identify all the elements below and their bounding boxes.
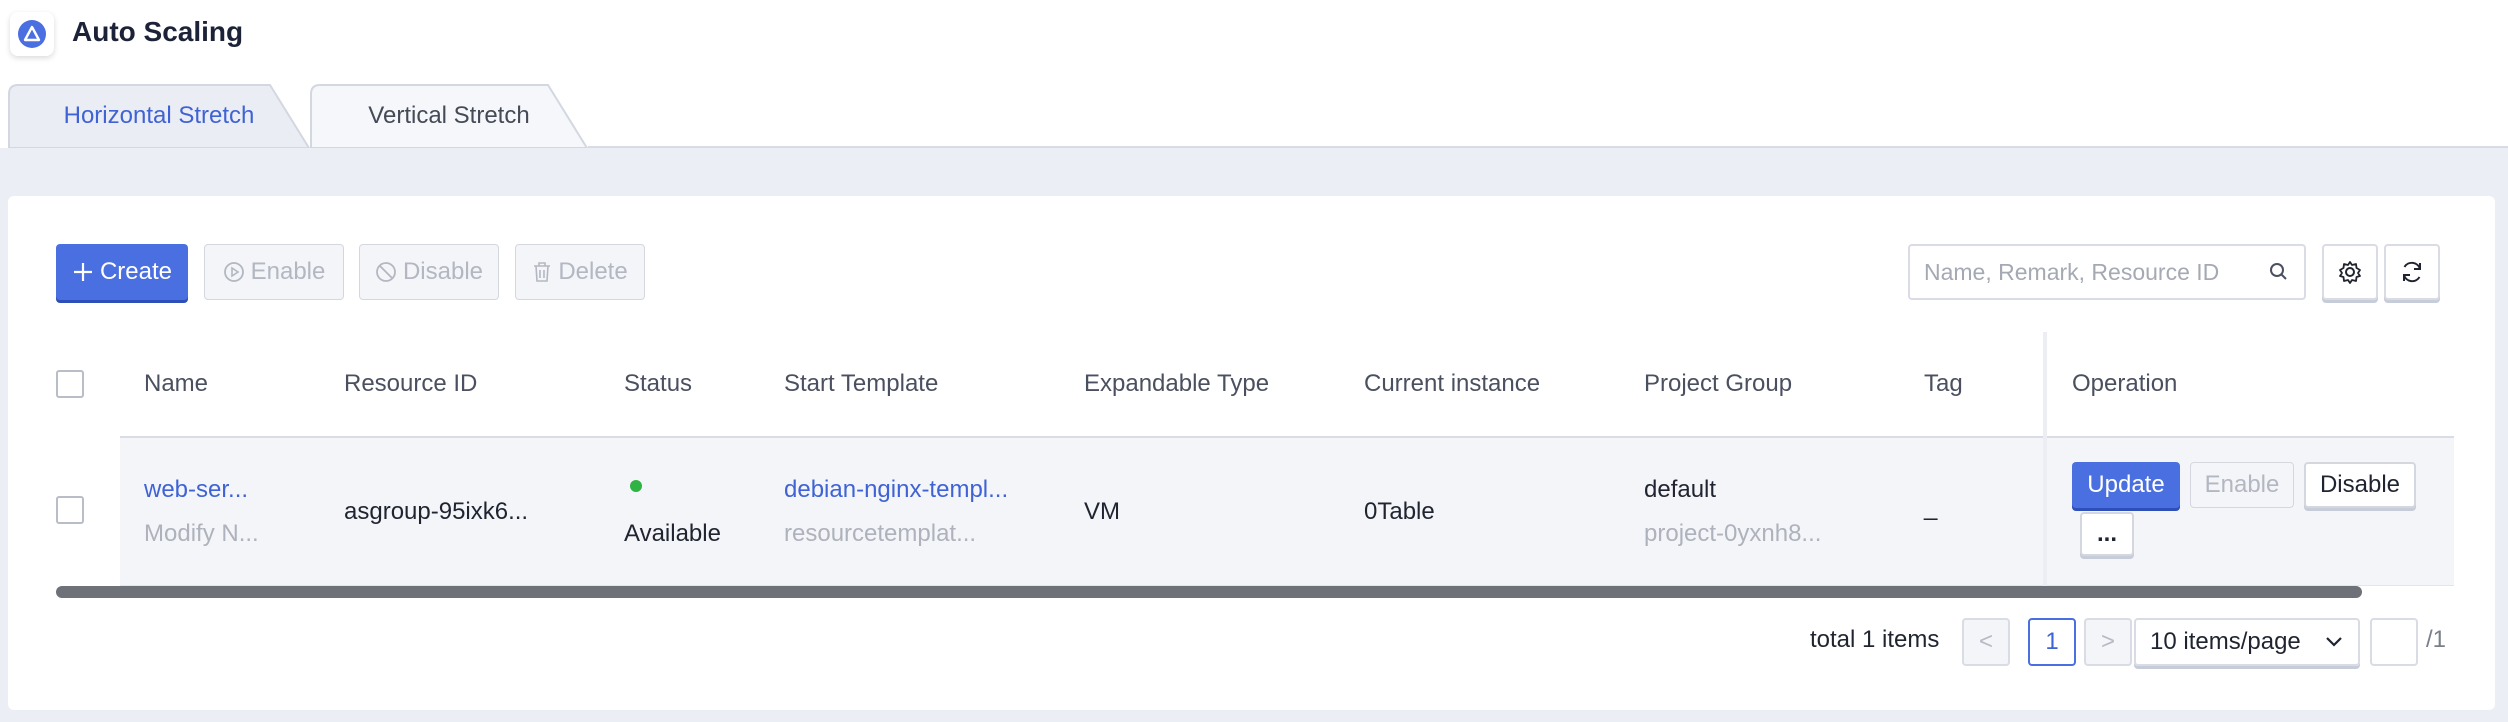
tab-divider <box>588 146 2508 148</box>
goto-page-input[interactable] <box>2370 618 2418 666</box>
column-header-expandable-type[interactable]: Expandable Type <box>1084 370 1269 398</box>
next-page-button[interactable]: > <box>2084 618 2132 666</box>
row-tag: _ <box>1924 494 1938 521</box>
gear-icon <box>2339 261 2361 284</box>
disable-button[interactable]: Disable <box>359 244 499 300</box>
row-current-instance: 0Table <box>1364 498 1435 525</box>
chevron-left-icon: < <box>1978 628 1993 655</box>
row-template-id: resourcetemplat... <box>784 520 977 547</box>
operation-column-divider <box>2043 332 2047 590</box>
pagination-total: total 1 items <box>1810 626 1940 653</box>
row-remark[interactable]: Modify N... <box>144 520 259 548</box>
column-header-name[interactable]: Name <box>144 370 208 398</box>
row-enable-button[interactable]: Enable <box>2190 462 2294 508</box>
refresh-button[interactable] <box>2384 244 2440 300</box>
page-title: Auto Scaling <box>72 16 244 47</box>
create-button[interactable]: Create <box>56 244 188 300</box>
row-template-link[interactable]: debian-nginx-templ... <box>784 476 1008 504</box>
page-size-value: 10 items/page <box>2150 628 2301 655</box>
enable-button[interactable]: Enable <box>204 244 344 300</box>
page-size-select[interactable]: 10 items/page <box>2134 618 2360 666</box>
column-header-current-instance[interactable]: Current instance <box>1364 370 1540 398</box>
row-project-group: default <box>1644 476 1717 503</box>
row-select-checkbox[interactable] <box>56 496 84 524</box>
chevron-right-icon: > <box>2100 628 2115 655</box>
row-update-button[interactable]: Update <box>2072 462 2180 508</box>
header-bar: Auto Scaling Horizontal Stretch Vertical… <box>0 0 2508 148</box>
select-all-checkbox[interactable] <box>56 370 84 398</box>
row-project-id: project-0yxnh8... <box>1644 520 1822 547</box>
row-resource-id: asgroup-95ixk6... <box>344 498 529 525</box>
column-header-status[interactable]: Status <box>624 370 692 398</box>
page-number-button[interactable]: 1 <box>2028 618 2076 666</box>
play-circle-icon <box>223 262 244 282</box>
delete-button[interactable]: Delete <box>515 244 645 300</box>
content-card: Create Enable Disable Delete Name Resour… <box>8 196 2495 710</box>
column-header-resource-id[interactable]: Resource ID <box>344 370 477 398</box>
search-icon[interactable] <box>2268 261 2290 283</box>
tab-vertical-stretch-label: Vertical Stretch <box>368 102 530 129</box>
total-pages: /1 <box>2426 626 2447 653</box>
row-disable-button[interactable]: Disable <box>2304 462 2416 508</box>
column-header-project-group[interactable]: Project Group <box>1644 370 1792 398</box>
tab-vertical-stretch[interactable]: Vertical Stretch <box>310 84 588 148</box>
scaling-logo-icon <box>10 12 54 56</box>
column-header-tag[interactable]: Tag <box>1924 370 1963 398</box>
horizontal-scrollbar[interactable] <box>56 586 2362 598</box>
tab-horizontal-stretch-label: Horizontal Stretch <box>63 102 255 129</box>
ban-icon <box>376 262 396 282</box>
column-header-start-template[interactable]: Start Template <box>784 370 938 398</box>
column-header-operation: Operation <box>2072 370 2178 397</box>
row-more-button[interactable]: ... <box>2080 512 2134 556</box>
row-name-link[interactable]: web-ser... <box>144 476 248 504</box>
column-settings-button[interactable] <box>2322 244 2378 300</box>
status-indicator-icon <box>630 480 642 492</box>
prev-page-button[interactable]: < <box>1962 618 2010 666</box>
chevron-down-icon <box>2326 637 2342 647</box>
tab-horizontal-stretch[interactable]: Horizontal Stretch <box>8 84 310 148</box>
trash-icon <box>534 262 551 282</box>
row-expandable-type: VM <box>1084 498 1120 525</box>
search-box <box>1908 244 2306 300</box>
search-input[interactable] <box>1924 258 2268 286</box>
refresh-icon <box>2403 261 2421 283</box>
row-status: Available <box>624 520 721 547</box>
plus-icon <box>73 263 92 281</box>
